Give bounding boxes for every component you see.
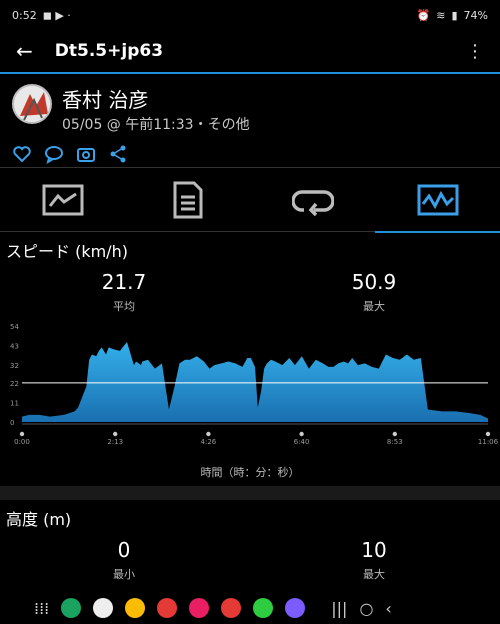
y-tick-label: 11 <box>10 399 19 407</box>
chrome-app-icon[interactable] <box>125 598 146 618</box>
system-nav-bar: ⁞⁞⁞ ||| ○ ‹ <box>0 592 500 624</box>
loop-icon <box>291 190 334 216</box>
tab-laps[interactable] <box>250 168 375 232</box>
phone-app-icon[interactable] <box>61 598 82 618</box>
x-tick-marker <box>113 431 118 437</box>
home-nav-icon[interactable]: ○ <box>359 599 373 618</box>
line-app-icon[interactable] <box>253 598 274 618</box>
notification-icons: ◼ ▶ · <box>42 8 71 22</box>
speed-avg-label: 平均 <box>113 300 135 313</box>
alarm-icon: ⏰ <box>416 8 431 22</box>
elevation-max-value: 10 <box>361 538 387 562</box>
avatar[interactable] <box>12 84 52 124</box>
tab-summary[interactable] <box>0 168 125 232</box>
speed-title: スピード (km/h) <box>6 242 128 261</box>
speed-max-value: 50.9 <box>351 270 397 294</box>
status-time: 0:52 <box>12 8 37 22</box>
accent-divider <box>0 72 500 74</box>
y-tick-label: 22 <box>10 380 19 388</box>
x-tick-marker <box>392 431 397 437</box>
battery-level: 74% <box>463 8 488 22</box>
comment-icon[interactable] <box>44 144 64 164</box>
x-tick-marker <box>206 431 211 437</box>
app-bar: ← Dt5.5+jp63 ⋮ <box>0 30 500 72</box>
elevation-max-label: 最大 <box>363 568 385 581</box>
wifi-icon: ≋ <box>436 8 446 22</box>
x-tick-label: 2:13 <box>107 438 123 446</box>
elevation-title: 高度 (m) <box>6 510 72 529</box>
activity-tabs <box>0 168 500 233</box>
more-vert-icon[interactable]: ⋮ <box>466 41 484 62</box>
y-tick-label: 32 <box>10 362 19 370</box>
activity-datetime: 05/05 @ 午前11:33・その他 <box>62 117 250 133</box>
speed-avg-value: 21.7 <box>101 270 147 294</box>
recents-nav-icon[interactable]: ||| <box>331 599 347 618</box>
x-tick-marker <box>485 431 491 437</box>
speed-chart[interactable]: 0 11 22 32 43 54 0:00 2:13 4:26 6:40 8:53 11:06 <box>0 318 500 488</box>
share-icon[interactable] <box>108 144 128 164</box>
y-tick-label: 54 <box>10 323 19 331</box>
athlete-name: 香村 治彦 <box>62 88 149 112</box>
page-title: Dt5.5+jp63 <box>54 41 164 61</box>
apps-grid-icon[interactable]: ⁞⁞⁞ <box>34 599 49 618</box>
status-bar: 0:52 ◼ ▶ · ⏰ ≋ ▮ 74% <box>0 0 500 30</box>
camera-app-icon[interactable] <box>221 598 242 618</box>
speed-x-axis-title: 時間（時：分：秒） <box>200 466 300 479</box>
messenger-app-icon[interactable] <box>285 598 306 618</box>
tab-charts[interactable] <box>375 168 500 233</box>
back-arrow-icon[interactable]: ← <box>16 39 33 63</box>
flower-app-icon[interactable] <box>189 598 210 618</box>
tab-details[interactable] <box>125 168 250 232</box>
heart-icon[interactable] <box>12 144 32 164</box>
social-actions <box>0 140 500 168</box>
x-tick-marker <box>19 431 25 437</box>
x-tick-label: 0:00 <box>14 438 30 446</box>
map-icon <box>42 184 83 216</box>
gmail-app-icon[interactable] <box>93 598 114 618</box>
speed-max-label: 最大 <box>363 300 385 313</box>
speed-area-series <box>22 342 488 422</box>
section-separator <box>0 486 500 500</box>
camera-icon[interactable] <box>76 144 96 164</box>
elevation-min-value: 0 <box>117 538 131 562</box>
y-tick-label: 0 <box>10 419 14 427</box>
x-tick-label: 4:26 <box>201 438 217 446</box>
back-nav-icon[interactable]: ‹ <box>385 599 391 618</box>
activity-header: 香村 治彦 05/05 @ 午前11:33・その他 <box>0 76 500 138</box>
document-icon <box>173 181 202 219</box>
x-tick-label: 11:06 <box>478 438 499 446</box>
flipboard-app-icon[interactable] <box>157 598 178 618</box>
y-tick-label: 43 <box>10 343 19 351</box>
chart-icon <box>417 184 458 216</box>
x-tick-label: 6:40 <box>294 438 310 446</box>
x-tick-marker <box>299 431 304 437</box>
x-tick-label: 8:53 <box>387 438 403 446</box>
signal-icon: ▮ <box>451 8 458 22</box>
elevation-min-label: 最小 <box>113 568 135 581</box>
